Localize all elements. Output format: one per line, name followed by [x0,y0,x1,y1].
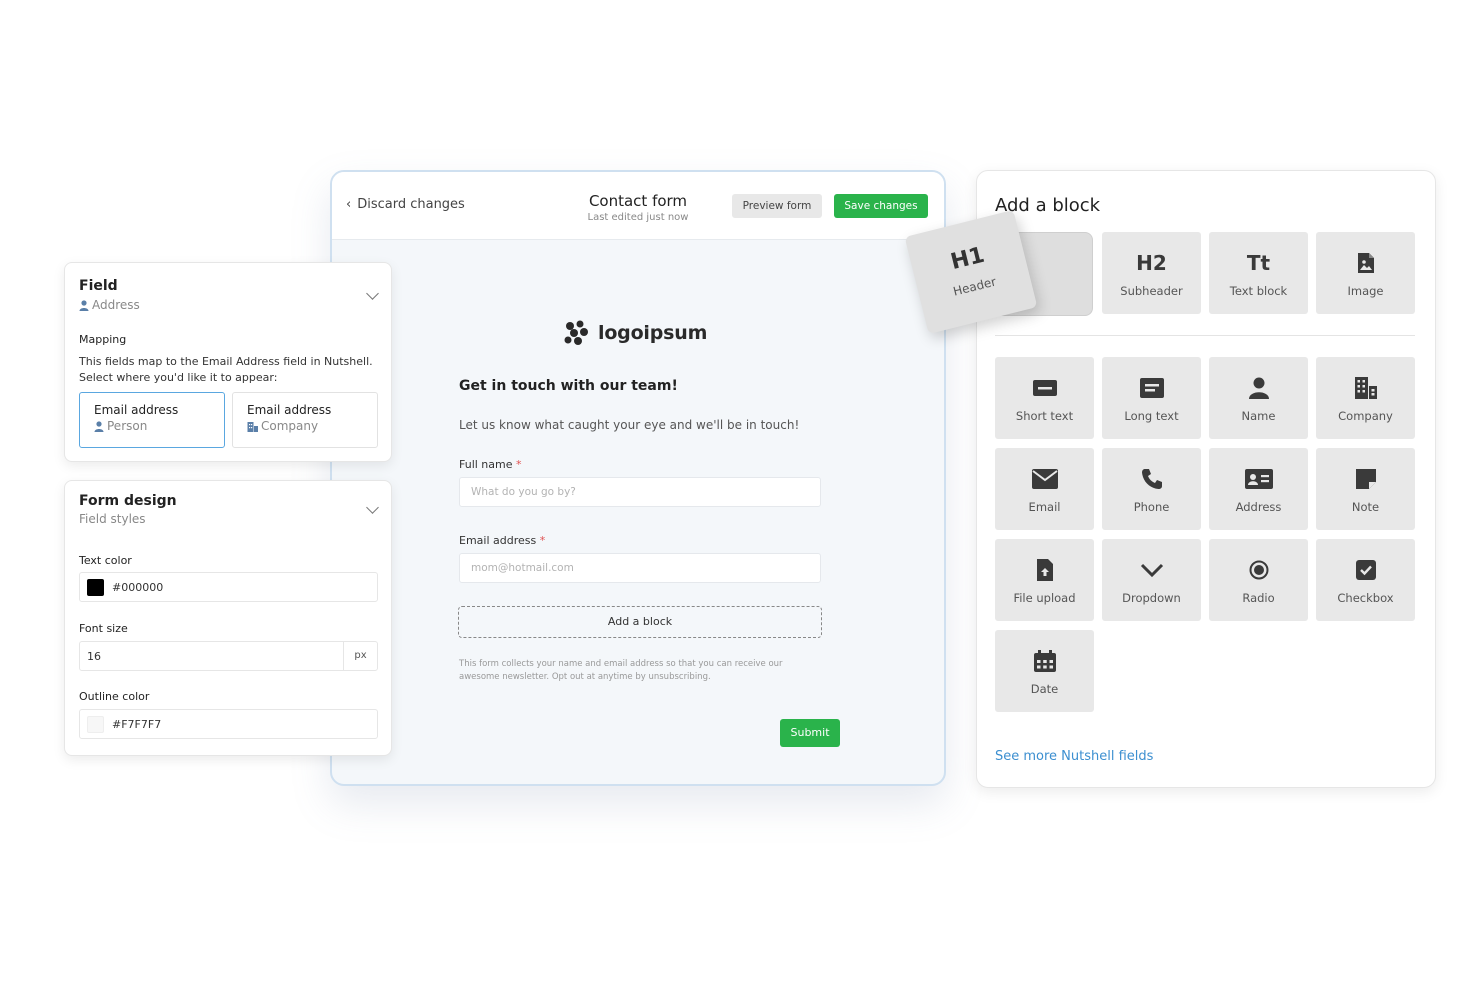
email-input[interactable]: mom@hotmail.com [459,553,821,583]
image-icon [1316,250,1415,276]
block-label: Image [1347,284,1384,298]
short-text-icon [995,375,1094,401]
outline-color-value: #F7F7F7 [112,718,162,731]
mapping-option-company[interactable]: Email address Company [232,392,378,448]
form-disclaimer: This form collects your name and email a… [459,659,783,682]
mapping-option-title: Email address [94,403,179,417]
block-label: Email [1028,500,1061,514]
email-icon [995,466,1094,492]
add-block-panel: Add a block H2 Subheader Tt Text block I… [976,170,1436,788]
block-address[interactable]: Address [1209,448,1308,530]
preview-form-button[interactable]: Preview form [732,194,822,218]
block-short-text[interactable]: Short text [995,357,1094,439]
calendar-icon [995,648,1094,674]
block-label: Short text [1015,409,1074,423]
h2-glyph: H2 [1136,251,1167,275]
note-icon [1316,466,1415,492]
checkbox-icon [1316,557,1415,583]
see-more-fields-link[interactable]: See more Nutshell fields [995,749,1153,764]
block-note[interactable]: Note [1316,448,1415,530]
submit-button[interactable]: Submit [780,719,840,747]
design-panel-subtitle: Field styles [79,512,146,526]
block-checkbox[interactable]: Checkbox [1316,539,1415,621]
font-size-field[interactable]: 16 px [79,641,378,671]
block-company[interactable]: Company [1316,357,1415,439]
text-color-field[interactable]: #000000 [79,572,378,602]
field-panel-subtitle: Address [79,298,140,312]
full-name-label: Full name * [459,458,522,471]
tt-glyph: Tt [1246,251,1271,275]
block-email[interactable]: Email [995,448,1094,530]
block-label: Phone [1133,500,1170,514]
block-label: Text block [1229,284,1288,298]
block-label: Checkbox [1337,591,1394,605]
block-dropdown[interactable]: Dropdown [1102,539,1201,621]
block-name[interactable]: Name [1209,357,1308,439]
person-icon [94,421,104,432]
design-panel-title: Form design [79,493,177,509]
outline-color-label: Outline color [79,690,150,703]
block-label: Date [1030,682,1059,696]
logo-mark-icon [564,320,588,345]
phone-icon [1102,466,1201,492]
file-upload-icon [995,557,1094,583]
block-subheader[interactable]: H2 Subheader [1102,232,1201,314]
mapping-option-sub: Company [247,419,363,433]
address-card-icon [1209,466,1308,492]
person-icon [79,300,89,311]
save-changes-button[interactable]: Save changes [834,194,928,218]
blocks-divider [995,335,1415,336]
block-date[interactable]: Date [995,630,1094,712]
radio-icon [1209,557,1308,583]
full-name-input[interactable]: What do you go by? [459,477,821,507]
text-color-swatch[interactable] [87,579,104,596]
text-color-value: #000000 [112,581,164,594]
add-block-dropzone[interactable]: Add a block [458,606,822,638]
block-label: File upload [1013,591,1076,605]
block-text[interactable]: Tt Text block [1209,232,1308,314]
form-intro: Let us know what caught your eye and we'… [459,418,800,432]
font-size-unit: px [343,642,377,670]
font-size-label: Font size [79,622,128,635]
field-settings-panel: Field Address Mapping This fields map to… [64,262,392,462]
collapse-field-panel-icon[interactable] [366,287,379,300]
block-label: Subheader [1120,284,1183,298]
block-label: Dropdown [1122,591,1181,605]
mapping-description-2: Select where you'd like it to appear: [79,371,278,384]
block-long-text[interactable]: Long text [1102,357,1201,439]
mapping-option-sub: Person [94,419,210,433]
block-label: Company [1338,409,1393,423]
outline-color-swatch[interactable] [87,716,104,733]
outline-color-field[interactable]: #F7F7F7 [79,709,378,739]
form-design-panel: Form design Field styles Text color #000… [64,480,392,756]
mapping-option-title: Email address [247,403,332,417]
collapse-design-panel-icon[interactable] [366,501,379,514]
mapping-description-1: This fields map to the Email Address fie… [79,355,373,368]
block-label: Radio [1242,591,1275,605]
form-logo: logoipsum [562,320,707,346]
block-image[interactable]: Image [1316,232,1415,314]
block-label: Name [1241,409,1276,423]
font-size-value: 16 [87,650,101,663]
long-text-icon [1102,375,1201,401]
form-editor: ‹ Discard changes Contact form Last edite… [330,170,946,786]
logo-text: logoipsum [598,322,708,344]
mapping-label: Mapping [79,333,127,346]
field-panel-title: Field [79,278,118,294]
text-color-label: Text color [79,554,132,567]
form-heading: Get in touch with our team! [459,378,678,394]
block-file-upload[interactable]: File upload [995,539,1094,621]
mapping-option-person[interactable]: Email address Person [79,392,225,448]
block-radio[interactable]: Radio [1209,539,1308,621]
block-label: Address [1235,500,1282,514]
company-icon [1316,375,1415,401]
chevron-down-icon [1102,557,1201,583]
person-icon [1209,375,1308,401]
editor-header: ‹ Discard changes Contact form Last edite… [332,172,944,240]
block-phone[interactable]: Phone [1102,448,1201,530]
email-label: Email address * [459,534,546,547]
block-label: Long text [1124,409,1179,423]
block-label: Note [1351,500,1380,514]
company-icon [247,422,258,432]
